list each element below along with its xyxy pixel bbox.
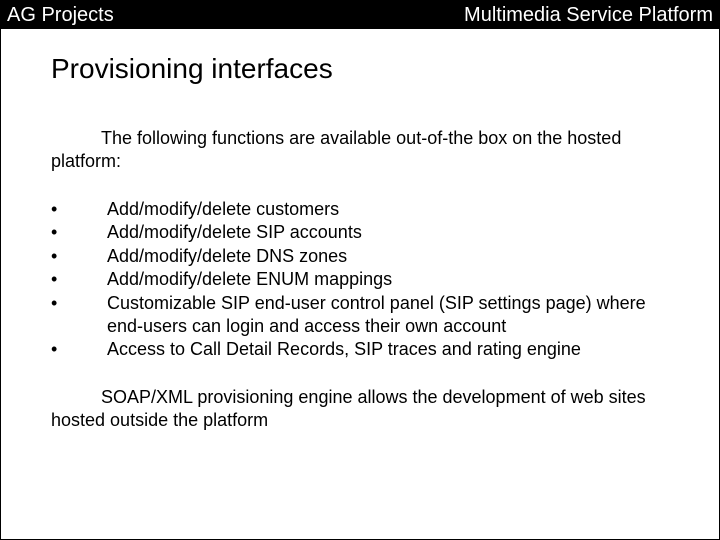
bullet-icon: • [51,198,107,221]
list-item-text: Access to Call Detail Records, SIP trace… [107,338,679,361]
bullet-icon: • [51,268,107,291]
list-item: •Add/modify/delete customers [51,198,679,221]
slide: AG Projects Multimedia Service Platform … [0,0,720,540]
list-item: •Customizable SIP end-user control panel… [51,292,679,339]
list-item-text: Add/modify/delete DNS zones [107,245,679,268]
list-item: •Add/modify/delete SIP accounts [51,221,679,244]
content: Provisioning interfaces The following fu… [1,29,719,433]
bullet-icon: • [51,245,107,268]
header-bar: AG Projects Multimedia Service Platform [1,1,719,29]
list-item-text: Customizable SIP end-user control panel … [107,292,679,339]
list-item-text: Add/modify/delete ENUM mappings [107,268,679,291]
header-left: AG Projects [7,4,114,27]
bullet-icon: • [51,221,107,244]
bullet-list: •Add/modify/delete customers •Add/modify… [51,198,679,362]
bullet-icon: • [51,292,107,339]
list-item: •Access to Call Detail Records, SIP trac… [51,338,679,361]
bullet-icon: • [51,338,107,361]
list-item-text: Add/modify/delete SIP accounts [107,221,679,244]
list-item: •Add/modify/delete DNS zones [51,245,679,268]
page-title: Provisioning interfaces [51,53,679,85]
list-item-text: Add/modify/delete customers [107,198,679,221]
header-right: Multimedia Service Platform [464,4,713,27]
intro-text-span: The following functions are available ou… [51,128,621,171]
intro-text: The following functions are available ou… [51,127,679,172]
closing-text: SOAP/XML provisioning engine allows the … [51,386,679,433]
list-item: •Add/modify/delete ENUM mappings [51,268,679,291]
closing-text-span: SOAP/XML provisioning engine allows the … [51,387,646,430]
